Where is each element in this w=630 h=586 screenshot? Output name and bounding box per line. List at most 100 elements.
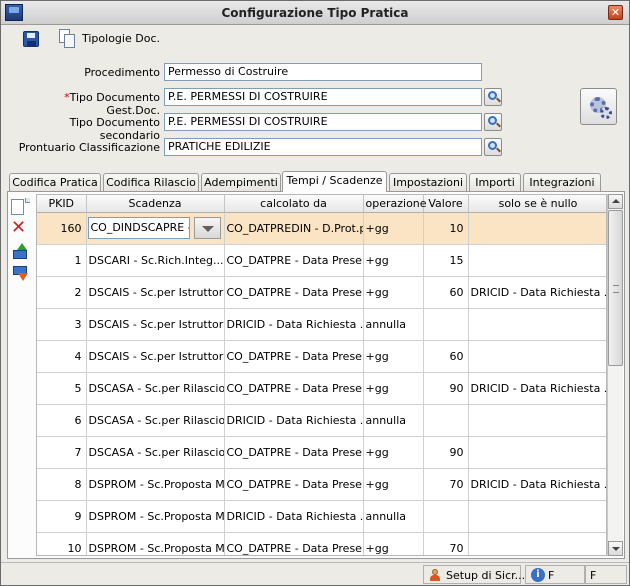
cell-scadenza[interactable]: DSPROM - Sc.Proposta M... (86, 532, 225, 555)
col-header-pkid[interactable]: PKID (37, 195, 87, 213)
cell-operazione[interactable]: annulla (363, 500, 424, 533)
cell-operazione[interactable]: +gg (363, 276, 424, 309)
cell-scadenza[interactable]: DSCASA - Sc.per Rilascio (86, 436, 225, 469)
col-header-operazione[interactable]: operazione (363, 195, 427, 213)
table-row[interactable]: 5 DSCASA - Sc.per Rilascio CO_DATPRE - D… (37, 372, 606, 405)
delete-row-button[interactable]: ✕ (11, 219, 29, 237)
cell-solo-se-nullo[interactable] (468, 308, 606, 341)
scroll-up-icon[interactable] (608, 194, 623, 209)
scadenza-combo-input[interactable]: CO_DINDSCAPRE -... (87, 216, 190, 239)
cell-solo-se-nullo[interactable]: DRICID - Data Richiesta ... (468, 468, 606, 501)
cell-scadenza[interactable]: DSCAIS - Sc.per Istruttoria (86, 276, 225, 309)
cell-calcolato-da[interactable]: CO_DATPRE - Data Prese... (224, 468, 364, 501)
cell-calcolato-da[interactable]: CO_DATPRE - Data Prese... (224, 276, 364, 309)
cell-operazione[interactable]: +gg (363, 244, 424, 277)
tipologie-doc-button[interactable]: Tipologie Doc. (82, 32, 160, 45)
cell-scadenza-editor[interactable]: CO_DINDSCAPRE -... (86, 212, 225, 245)
cell-pkid[interactable]: 160 (37, 212, 87, 245)
cell-valore[interactable]: 60 (423, 276, 469, 309)
cell-pkid[interactable]: 3 (37, 308, 87, 341)
cell-valore[interactable] (423, 308, 469, 341)
tab-importi[interactable]: Importi (469, 173, 521, 192)
document-types-icon[interactable] (59, 29, 75, 49)
cell-solo-se-nullo[interactable] (468, 500, 606, 533)
cell-solo-se-nullo[interactable]: DRICID - Data Richiesta ... (468, 372, 606, 405)
tipo-documento-field[interactable]: P.E. PERMESSI DI COSTRUIRE (164, 88, 482, 106)
cell-pkid[interactable]: 4 (37, 340, 87, 373)
tab-tempi-scadenze[interactable]: Tempi / Scadenze (282, 171, 387, 192)
cell-valore[interactable]: 10 (423, 212, 469, 245)
table-row[interactable]: 9 DSPROM - Sc.Proposta M... DRICID - Dat… (37, 500, 606, 533)
chevron-down-icon[interactable] (193, 216, 221, 239)
tipo-documento-search-button[interactable] (484, 88, 502, 106)
procedimento-field[interactable]: Permesso di Costruire (164, 63, 482, 81)
cell-pkid[interactable]: 6 (37, 404, 87, 437)
cell-valore[interactable]: 60 (423, 340, 469, 373)
tab-integrazioni[interactable]: Integrazioni (523, 173, 601, 192)
scroll-thumb[interactable] (608, 210, 623, 366)
cell-calcolato-da[interactable]: DRICID - Data Richiesta ... (224, 500, 364, 533)
cell-pkid[interactable]: 10 (37, 532, 87, 555)
cell-operazione[interactable]: +gg (363, 468, 424, 501)
cell-operazione[interactable]: +gg (363, 436, 424, 469)
tab-adempimenti[interactable]: Adempimenti (201, 173, 281, 192)
cell-pkid[interactable]: 1 (37, 244, 87, 277)
cell-pkid[interactable]: 9 (37, 500, 87, 533)
settings-gears-button[interactable] (580, 88, 617, 125)
tab-impostazioni[interactable]: Impostazioni (389, 173, 467, 192)
table-row[interactable]: 3 DSCAIS - Sc.per Istruttoria DRICID - D… (37, 308, 606, 341)
tab-codifica-pratica[interactable]: Codifica Pratica (9, 173, 101, 192)
table-row[interactable]: 160 CO_DINDSCAPRE -... CO_DATPREDIN - D.… (37, 212, 606, 245)
close-button[interactable]: ✕ (608, 5, 623, 20)
cell-calcolato-da[interactable]: DRICID - Data Richiesta ... (224, 308, 364, 341)
save-icon[interactable] (23, 31, 39, 47)
table-row[interactable]: 10 DSPROM - Sc.Proposta M... CO_DATPRE -… (37, 532, 606, 555)
cell-calcolato-da[interactable]: CO_DATPRE - Data Prese... (224, 372, 364, 405)
cell-valore[interactable]: 90 (423, 436, 469, 469)
cell-operazione[interactable]: annulla (363, 404, 424, 437)
table-row[interactable]: 2 DSCAIS - Sc.per Istruttoria CO_DATPRE … (37, 276, 606, 309)
table-row[interactable]: 1 DSCARI - Sc.Rich.Integ.... CO_DATPRE -… (37, 244, 606, 277)
cell-calcolato-da[interactable]: DRICID - Data Richiesta ... (224, 404, 364, 437)
cell-solo-se-nullo[interactable] (468, 532, 606, 555)
cell-solo-se-nullo[interactable] (468, 340, 606, 373)
cell-solo-se-nullo[interactable] (468, 404, 606, 437)
cell-pkid[interactable]: 2 (37, 276, 87, 309)
tab-codifica-rilascio[interactable]: Codifica Rilascio (103, 173, 199, 192)
cell-scadenza[interactable]: DSCAIS - Sc.per Istruttoria (86, 308, 225, 341)
cell-calcolato-da[interactable]: CO_DATPREDIN - D.Prot.pr... (224, 212, 364, 245)
col-header-solo-se-nullo[interactable]: solo se è nullo (468, 195, 606, 213)
cell-pkid[interactable]: 5 (37, 372, 87, 405)
cell-valore[interactable] (423, 500, 469, 533)
cell-valore[interactable]: 70 (423, 468, 469, 501)
cell-valore[interactable]: 15 (423, 244, 469, 277)
cell-solo-se-nullo[interactable] (468, 212, 606, 245)
cell-scadenza[interactable]: DSCAIS - Sc.per Istruttoria (86, 340, 225, 373)
scroll-down-icon[interactable] (608, 541, 623, 556)
cell-valore[interactable]: 70 (423, 532, 469, 555)
cell-calcolato-da[interactable]: CO_DATPRE - Data Prese... (224, 436, 364, 469)
cell-pkid[interactable]: 7 (37, 436, 87, 469)
col-header-scadenza[interactable]: Scadenza (86, 195, 225, 213)
cell-calcolato-da[interactable]: CO_DATPRE - Data Prese... (224, 244, 364, 277)
move-down-button[interactable] (11, 265, 29, 283)
new-row-button[interactable] (11, 199, 29, 217)
table-row[interactable]: 6 DSCASA - Sc.per Rilascio DRICID - Data… (37, 404, 606, 437)
cell-operazione[interactable]: +gg (363, 532, 424, 555)
cell-scadenza[interactable]: DSCASA - Sc.per Rilascio (86, 404, 225, 437)
cell-solo-se-nullo[interactable] (468, 244, 606, 277)
tipo-secondario-field[interactable]: P.E. PERMESSI DI COSTRUIRE (164, 113, 482, 131)
move-up-button[interactable] (11, 243, 29, 261)
cell-scadenza[interactable]: DSCASA - Sc.per Rilascio (86, 372, 225, 405)
cell-operazione[interactable]: +gg (363, 340, 424, 373)
table-row[interactable]: 7 DSCASA - Sc.per Rilascio CO_DATPRE - D… (37, 436, 606, 469)
cell-scadenza[interactable]: DSPROM - Sc.Proposta M... (86, 468, 225, 501)
cell-pkid[interactable]: 8 (37, 468, 87, 501)
cell-operazione[interactable]: annulla (363, 308, 424, 341)
col-header-valore[interactable]: Valore (423, 195, 469, 213)
prontuario-search-button[interactable] (484, 138, 502, 156)
prontuario-field[interactable]: PRATICHE EDILIZIE (164, 138, 482, 156)
table-row[interactable]: 4 DSCAIS - Sc.per Istruttoria CO_DATPRE … (37, 340, 606, 373)
cell-valore[interactable]: 90 (423, 372, 469, 405)
cell-operazione[interactable]: +gg (363, 372, 424, 405)
